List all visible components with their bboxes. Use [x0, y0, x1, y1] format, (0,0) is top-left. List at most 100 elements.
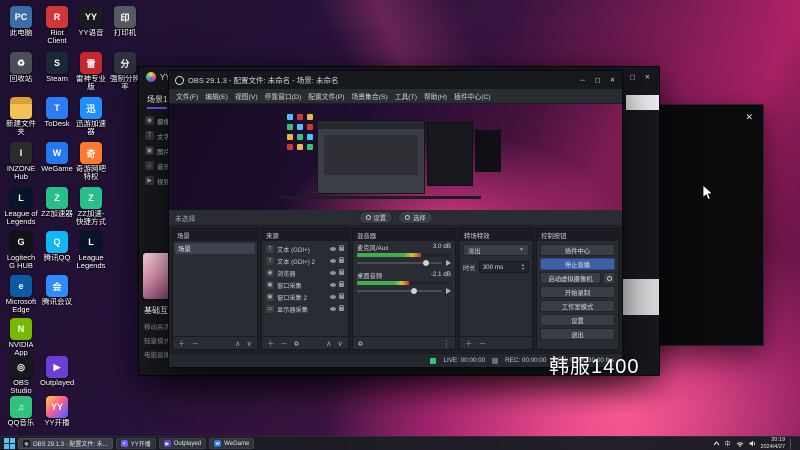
slider-thumb[interactable] — [411, 287, 418, 294]
desktop-icon-new-folder[interactable]: 新建文件夹 — [4, 97, 38, 137]
taskbar-item-outplayed[interactable]: ▶ Outplayed — [158, 438, 207, 449]
add-transition-button[interactable]: ＋ — [465, 338, 473, 349]
source-item[interactable]: ▭ 显示器采集 — [264, 303, 346, 315]
close-icon[interactable]: ✕ — [745, 112, 753, 123]
desktop-icon-wegame[interactable]: W WeGame — [40, 142, 74, 173]
lock-icon[interactable] — [339, 245, 344, 251]
virtual-camera-settings-button[interactable] — [603, 272, 615, 284]
add-source-button[interactable]: ＋ — [267, 338, 275, 349]
source-properties-icon[interactable] — [294, 341, 299, 345]
desktop-icon-this-pc[interactable]: PC 此电脑 — [4, 6, 38, 37]
desktop-icon-steam[interactable]: S Steam — [40, 52, 74, 83]
remove-source-button[interactable]: － — [281, 338, 289, 349]
transition-select[interactable]: 淡出 ▼ — [463, 244, 529, 256]
source-item[interactable]: ◉ 浏览器 — [264, 267, 346, 279]
start-virtual-camera-button[interactable]: 启动虚拟摄像机 — [540, 272, 601, 284]
desktop-icon-recycle-bin[interactable]: ♻ 回收站 — [4, 52, 38, 83]
start-recording-button[interactable]: 开始录制 — [540, 286, 615, 298]
maximize-icon[interactable]: ▢ — [590, 74, 605, 87]
source-item[interactable]: T 文本 (GDI+) 2 — [264, 255, 346, 267]
menu-file[interactable]: 文件(F) — [173, 89, 201, 103]
source-item[interactable]: ▣ 窗口采集 2 — [264, 291, 346, 303]
desktop-icon-riot-client[interactable]: R Riot Client — [40, 6, 74, 46]
mixer-settings-icon[interactable] — [358, 341, 363, 345]
desktop-icon-league-of-legends[interactable]: L League of Legends — [4, 187, 38, 227]
visibility-icon[interactable] — [330, 247, 336, 251]
ime-indicator[interactable]: 中 — [725, 439, 731, 448]
select-button[interactable]: 选择 — [398, 211, 433, 224]
taskbar-item-obs[interactable]: ◎ OBS 29.1.3 - 配置文件: 未... — [18, 438, 113, 449]
menu-view[interactable]: 视图(V) — [232, 89, 261, 103]
desktop-icon-yy-voice[interactable]: YY YY语音 — [74, 6, 108, 37]
move-scene-up-button[interactable]: ∧ — [235, 339, 241, 348]
studio-mode-button[interactable]: 工作室模式 — [540, 300, 615, 312]
desktop-icon-zz-accelerator[interactable]: Z ZZ加速器 — [40, 187, 74, 218]
visibility-icon[interactable] — [330, 283, 336, 287]
yy-scene-tab[interactable]: 场景1 — [147, 94, 168, 109]
desktop-icon-edge[interactable]: e Microsoft Edge — [4, 275, 38, 315]
desktop-icon-tencent-qq[interactable]: Q 腾讯QQ — [40, 231, 74, 262]
menu-help[interactable]: 帮助(H) — [421, 89, 450, 103]
desktop-icon-inzone-hub[interactable]: I INZONE Hub — [4, 142, 38, 182]
lock-icon[interactable] — [339, 269, 344, 275]
remove-transition-button[interactable]: － — [479, 338, 487, 349]
desktop-icon-ghub[interactable]: G Logitech G HUB — [4, 231, 38, 271]
plugin-center-button[interactable]: 插件中心 — [540, 244, 615, 256]
desktop-icon-resolution-tool[interactable]: 分强制分辨率 — [108, 52, 142, 92]
obs-preview-canvas[interactable] — [169, 104, 622, 210]
desktop-icon-zz-shortcut[interactable]: Z ZZ加速-快捷方式 — [74, 187, 108, 227]
taskbar-clock[interactable]: 20:19 2024/4/27 — [761, 437, 785, 450]
menu-scene-collection[interactable]: 场景集合(S) — [348, 89, 390, 103]
close-icon[interactable]: ✕ — [640, 71, 655, 84]
wifi-icon[interactable] — [736, 441, 744, 447]
lock-icon[interactable] — [339, 281, 344, 287]
desktop-icon-todesk[interactable]: T ToDesk — [40, 97, 74, 128]
visibility-icon[interactable] — [330, 295, 336, 299]
desktop-icon-xunyou[interactable]: 迅迅游加速器 — [74, 97, 108, 137]
menu-docks[interactable]: 停靠窗口(D) — [262, 89, 305, 103]
move-source-up-button[interactable]: ∧ — [326, 339, 332, 348]
maximize-icon[interactable]: ▢ — [625, 71, 640, 84]
desktop-icon-printer[interactable]: 印打印机 — [108, 6, 142, 37]
volume-slider[interactable] — [357, 259, 442, 266]
menu-edit[interactable]: 编辑(E) — [202, 89, 231, 103]
speaker-icon[interactable] — [446, 259, 451, 266]
desktop-icon-outplayed[interactable]: ▶ Outplayed — [40, 356, 74, 387]
desktop-icon-qiyou[interactable]: 奇奇游网吧特权 — [74, 142, 108, 182]
scene-item[interactable]: 场景 — [175, 243, 255, 254]
show-desktop-button[interactable] — [790, 438, 793, 449]
desktop-icon-qq-music[interactable]: ♫ QQ音乐 — [4, 396, 38, 427]
desktop-icon-league-2[interactable]: LLeague Legends 2.. — [74, 231, 108, 271]
transition-duration-input[interactable]: 300 ms ▲ ▼ — [478, 261, 529, 273]
settings-button[interactable]: 设置 — [540, 314, 615, 326]
desktop-icon-obs-studio[interactable]: ◎ OBS Studio — [4, 356, 38, 396]
remove-scene-button[interactable]: － — [192, 338, 200, 349]
slider-thumb[interactable] — [423, 259, 430, 266]
desktop-icon-tencent-meeting[interactable]: 会腾讯会议 — [40, 275, 74, 306]
lock-icon[interactable] — [339, 305, 344, 311]
move-source-down-button[interactable]: ∨ — [338, 339, 344, 348]
menu-tools[interactable]: 工具(T) — [392, 89, 420, 103]
speaker-icon[interactable] — [446, 287, 451, 294]
tray-chevron-up-icon[interactable] — [713, 441, 720, 446]
visibility-icon[interactable] — [330, 271, 336, 275]
settings-button[interactable]: 设置 — [358, 211, 393, 224]
source-item[interactable]: T 文本 (GDI+) — [264, 243, 346, 255]
volume-icon[interactable] — [749, 440, 756, 447]
menu-plugin-center[interactable]: 插件中心(C) — [451, 89, 494, 103]
stop-streaming-button[interactable]: 停止直播 — [540, 258, 615, 270]
obs-titlebar[interactable]: OBS 29.1.3 - 配置文件: 未命名 - 场景: 未命名 ─ ▢ ✕ — [169, 71, 622, 89]
visibility-icon[interactable] — [330, 259, 336, 263]
add-scene-button[interactable]: ＋ — [178, 338, 186, 349]
exit-button[interactable]: 退出 — [540, 328, 615, 340]
source-item[interactable]: ▣ 窗口采集 — [264, 279, 346, 291]
taskbar-item-yy[interactable]: Y YY开播 — [115, 438, 156, 449]
move-scene-down-button[interactable]: ∨ — [247, 339, 253, 348]
menu-profile[interactable]: 配置文件(P) — [305, 89, 347, 103]
close-icon[interactable]: ✕ — [605, 74, 620, 87]
lock-icon[interactable] — [339, 293, 344, 299]
visibility-icon[interactable] — [330, 307, 336, 311]
mixer-more-icon[interactable]: ⋮ — [443, 339, 451, 348]
volume-slider[interactable] — [357, 287, 442, 294]
spin-down-icon[interactable]: ▼ — [521, 267, 525, 271]
